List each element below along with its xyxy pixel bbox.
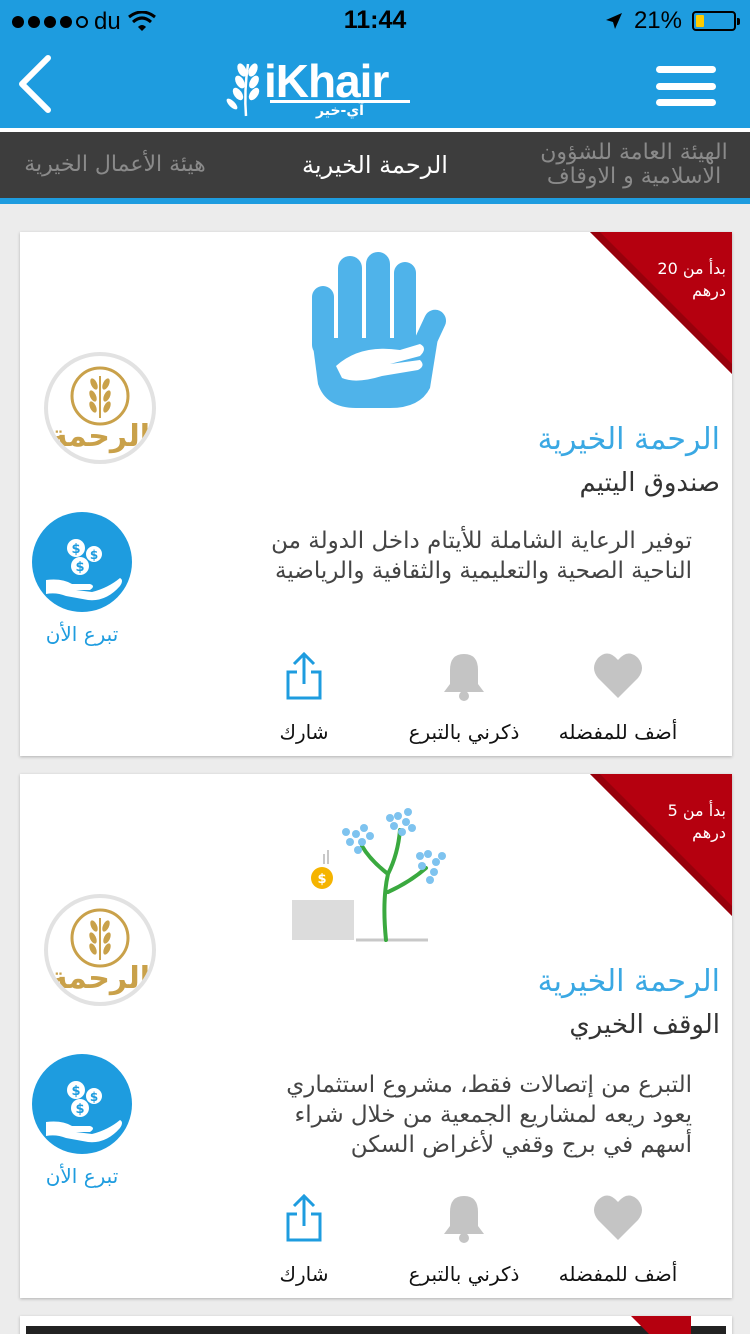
fund-name: صندوق اليتيم <box>579 468 720 498</box>
donate-now-label[interactable]: تبرع الأن <box>20 1164 144 1188</box>
tab-islamic-affairs[interactable]: الهيئة العامة للشؤون الاسلامية و الاوقاف <box>524 132 744 198</box>
ribbon-text: بدأ من 20 درهم <box>642 258 726 302</box>
org-logo: الرحمة <box>44 894 156 1006</box>
donate-now-button[interactable]: $ $ $ <box>32 1054 132 1154</box>
fund-description: توفير الرعاية الشاملة للأيتام داخل الدول… <box>271 528 692 584</box>
org-logo-text: الرحمة <box>50 419 150 454</box>
menu-icon-bar <box>656 99 716 106</box>
logo-arabic-text: آي-خير <box>270 100 410 119</box>
price-ribbon <box>590 774 732 916</box>
share-icon <box>286 1193 322 1242</box>
add-favorite-label: أضف للمفضله <box>558 720 678 744</box>
back-button[interactable] <box>10 50 70 118</box>
svg-text:$: $ <box>90 1090 98 1104</box>
battery-percent: 21% <box>633 7 682 34</box>
org-tabs-bar: الهيئة العامة للشؤون الاسلامية و الاوقاف… <box>0 132 750 198</box>
ribbon-currency: درهم <box>692 281 726 300</box>
svg-text:$: $ <box>71 1084 80 1099</box>
heart-icon <box>594 1195 642 1240</box>
status-bar: du 11:44 21% <box>0 0 750 40</box>
ribbon-amount: بدأ من 5 <box>667 801 726 820</box>
share-button[interactable]: شارك <box>234 650 374 744</box>
alrahma-logo-icon: الرحمة <box>50 908 150 996</box>
fund-name: الوقف الخيري <box>569 1010 720 1040</box>
tab-label-line1: الهيئة العامة للشؤون <box>540 140 728 165</box>
tabs-underline <box>0 198 750 204</box>
wheat-logo-icon <box>226 63 260 117</box>
add-favorite-button[interactable]: أضف للمفضله <box>548 1192 688 1286</box>
share-label: شارك <box>279 1262 329 1286</box>
ikhair-logo: iKhair آي-خير <box>224 55 424 120</box>
hand-icon <box>312 252 447 408</box>
tab-label-line2: الاسلامية و الاوقاف <box>546 164 722 189</box>
coins-hand-icon: $ $ $ <box>46 539 122 601</box>
price-ribbon <box>631 1316 691 1334</box>
bell-icon <box>444 1196 484 1243</box>
donate-now-label[interactable]: تبرع الأن <box>20 622 144 646</box>
svg-text:$: $ <box>75 560 84 575</box>
back-chevron-icon <box>19 55 51 113</box>
campaign-card[interactable] <box>20 1316 732 1334</box>
org-tabs: الهيئة العامة للشؤون الاسلامية و الاوقاف… <box>0 128 750 204</box>
org-name: الرحمة الخيرية <box>537 964 720 999</box>
location-arrow-icon <box>605 13 622 29</box>
ribbon-currency: درهم <box>692 823 726 842</box>
donate-now-button[interactable]: $ $ $ <box>32 512 132 612</box>
status-right: 21% <box>604 7 740 35</box>
campaign-card[interactable]: بدأ من 5 درهم $ الرحمة $ $ $ تبرع الأن ا… <box>20 774 732 1298</box>
add-favorite-label: أضف للمفضله <box>558 1262 678 1286</box>
org-logo: الرحمة <box>44 352 156 464</box>
remind-me-button[interactable]: ذكرني بالتبرع <box>394 1192 534 1286</box>
heart-icon <box>594 653 642 698</box>
battery-icon <box>692 11 740 31</box>
remind-me-label: ذكرني بالتبرع <box>408 720 520 744</box>
fund-description: التبرع من إتصالات فقط، مشروع استثماري يع… <box>286 1072 692 1158</box>
remind-me-button[interactable]: ذكرني بالتبرع <box>394 650 534 744</box>
svg-text:$: $ <box>317 872 326 887</box>
menu-button[interactable] <box>656 66 716 106</box>
alrahma-logo-icon: الرحمة <box>50 366 150 454</box>
tree-icon: $ <box>292 808 446 942</box>
org-name: الرحمة الخيرية <box>537 422 720 457</box>
remind-me-label: ذكرني بالتبرع <box>408 1262 520 1286</box>
add-favorite-button[interactable]: أضف للمفضله <box>548 650 688 744</box>
campaign-card[interactable]: بدأ من 20 درهم الرحمة $ $ $ تبرع الأن ال… <box>20 232 732 756</box>
price-ribbon <box>590 232 732 374</box>
menu-icon-bar <box>656 66 716 73</box>
tab-alrahma[interactable]: الرحمة الخيرية <box>270 132 480 198</box>
ribbon-amount: بدأ من 20 <box>657 259 726 278</box>
coins-hand-icon: $ $ $ <box>46 1081 122 1143</box>
share-icon <box>286 651 322 700</box>
svg-text:$: $ <box>90 548 98 562</box>
share-button[interactable]: شارك <box>234 1192 374 1286</box>
menu-icon-bar <box>656 82 716 90</box>
share-label: شارك <box>279 720 329 744</box>
svg-text:$: $ <box>71 542 80 557</box>
app-header: iKhair آي-خير <box>0 40 750 128</box>
bell-icon <box>444 654 484 701</box>
org-logo-text: الرحمة <box>50 961 150 996</box>
ribbon-text: بدأ من 5 درهم <box>642 800 726 844</box>
svg-text:$: $ <box>75 1102 84 1117</box>
tab-charity-works[interactable]: هيئة الأعمال الخيرية <box>0 132 230 198</box>
